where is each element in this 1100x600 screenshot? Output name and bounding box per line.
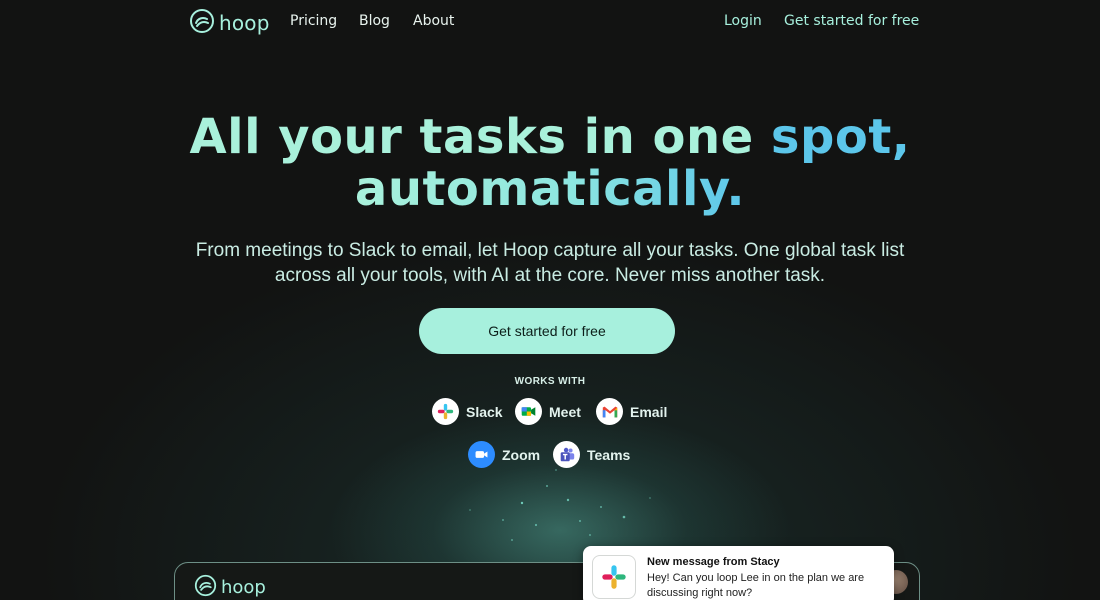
top-nav: hoop Pricing Blog About Login Get starte…: [0, 0, 1100, 44]
particle-dots: [469, 469, 651, 541]
nav-link-about[interactable]: About: [413, 13, 454, 29]
slack-icon: [592, 555, 636, 599]
integration-label: Slack: [466, 403, 503, 420]
integration-label: Zoom: [502, 446, 541, 463]
hero-title-line2: automatically.: [0, 162, 1100, 216]
brand-name: hoop: [219, 11, 270, 35]
nav-get-started-link[interactable]: Get started for free: [784, 13, 919, 29]
login-link[interactable]: Login: [724, 13, 762, 29]
app-preview-logo: hoop: [194, 574, 266, 600]
works-with-heading: WORKS WITH: [514, 376, 586, 387]
integration-zoom[interactable]: Zoom: [468, 441, 540, 468]
gmail-icon: [596, 398, 623, 425]
hero-subtitle-line2: across all your tools, with AI at the co…: [274, 265, 826, 286]
hero-title-line1: All your tasks in one spot,: [0, 110, 1100, 164]
hero-subtitle-line1: From meetings to Slack to email, let Hoo…: [195, 240, 905, 261]
notification-title: New message from Stacy: [647, 556, 780, 568]
background-glow: [0, 0, 1100, 600]
nav-link-pricing[interactable]: Pricing: [290, 13, 337, 29]
google-meet-icon: [515, 398, 542, 425]
slack-notification-card[interactable]: New message from Stacy Hey! Can you loop…: [583, 546, 894, 600]
notification-body: Hey! Can you loop Lee in on the plan we …: [647, 572, 865, 599]
get-started-button[interactable]: Get started for free: [419, 308, 675, 354]
hoop-logo-icon: [189, 8, 215, 38]
hoop-logo-icon: [194, 574, 217, 600]
nav-link-blog[interactable]: Blog: [359, 13, 390, 29]
teams-icon: [553, 441, 580, 468]
zoom-icon: [468, 441, 495, 468]
hoop-logo[interactable]: hoop: [189, 8, 270, 38]
integration-slack[interactable]: Slack: [432, 398, 503, 425]
integration-label: Email: [630, 403, 668, 420]
hero-title-part: All your tasks in one: [189, 109, 754, 165]
app-preview-brand: hoop: [221, 577, 266, 598]
hero-title-highlight: spot,: [770, 109, 911, 165]
integration-email[interactable]: Email: [596, 398, 667, 425]
slack-icon: [432, 398, 459, 425]
hero-title-gradient-text: automatically.: [354, 161, 746, 217]
integration-meet[interactable]: Meet: [515, 398, 581, 425]
integration-label: Teams: [587, 446, 631, 463]
integration-teams[interactable]: Teams: [553, 441, 630, 468]
integration-label: Meet: [549, 403, 581, 420]
